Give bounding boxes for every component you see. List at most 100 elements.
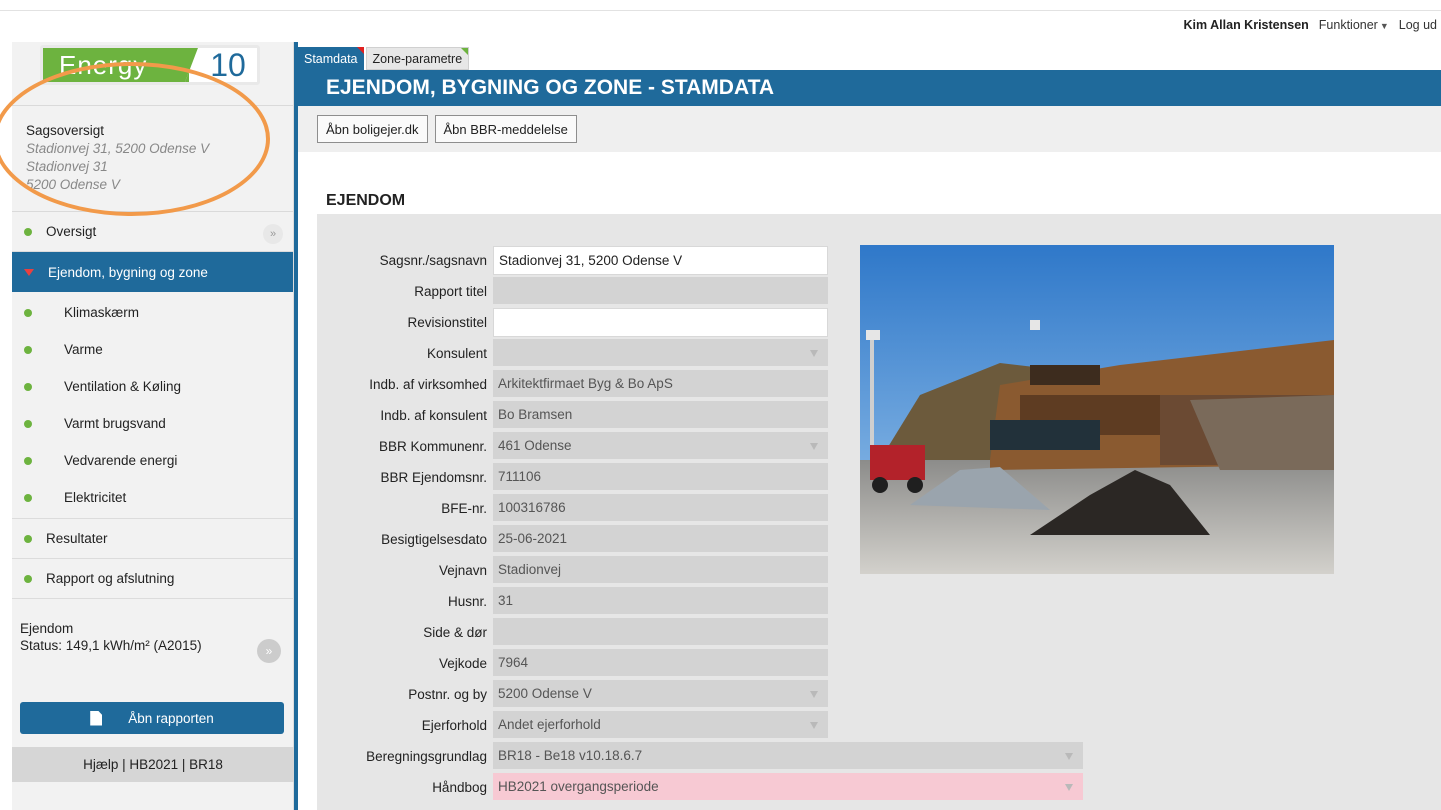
tab-stamdata[interactable]: Stamdata (298, 47, 364, 70)
case-name-input[interactable]: Stadionvej 31, 5200 Odense V (493, 246, 828, 275)
postal-code-select[interactable]: 5200 Odense V (493, 680, 828, 709)
status-dot-icon (24, 308, 32, 317)
case-street: Stadionvej 31 (26, 159, 108, 174)
status-value: Status: 149,1 kWh/m² (A2015) (20, 638, 202, 653)
energy10-logo[interactable]: Energy 10 (40, 45, 260, 85)
case-title: Sagsoversigt (26, 123, 105, 138)
consultant-select[interactable] (493, 339, 828, 368)
nav-item-heating[interactable]: Varme (12, 331, 293, 368)
property-status: Ejendom Status: 149,1 kWh/m² (A2015) » (12, 599, 293, 699)
field-label: Indb. af konsulent (380, 408, 487, 423)
tab-zone-parameters[interactable]: Zone-parametre (365, 47, 470, 70)
road-code-field: 7964 (493, 649, 828, 678)
status-dot-icon (24, 574, 32, 583)
functions-label: Funktioner (1318, 18, 1378, 32)
property-panel: Sagsnr./sagsnavn Stadionvej 31, 5200 Ode… (317, 214, 1441, 810)
triangle-down-icon (24, 268, 34, 276)
top-bar: Kim Allan Kristensen Funktioner ▼ Log ud (0, 0, 1441, 42)
nav-label: Rapport og afslutning (46, 571, 175, 586)
nav-item-climate-envelope[interactable]: Klimaskærm (12, 294, 293, 331)
user-menu: Kim Allan Kristensen Funktioner ▼ Log ud (1184, 18, 1437, 32)
double-chevron-right-icon[interactable]: » (263, 224, 283, 244)
municipality-select[interactable]: 461 Odense (493, 432, 828, 461)
consultant-field: Bo Bramsen (493, 401, 828, 430)
top-divider (0, 10, 1441, 11)
open-report-button[interactable]: Åbn rapporten (20, 702, 284, 734)
functions-menu[interactable]: Funktioner ▼ (1319, 18, 1389, 32)
logout-link[interactable]: Log ud (1399, 18, 1437, 32)
tab-flag-icon (356, 47, 364, 54)
form-row: Side & dør (317, 617, 1083, 648)
nav-label: Oversigt (46, 224, 97, 239)
status-title: Ejendom (20, 621, 74, 636)
nav-item-overview[interactable]: Oversigt » (12, 212, 293, 252)
select-value: 5200 Odense V (498, 686, 592, 701)
form-row: Postnr. og by 5200 Odense V (317, 679, 1083, 710)
status-dot-icon (24, 534, 32, 543)
field-label: Revisionstitel (407, 315, 487, 330)
dropdown-arrow-icon (810, 691, 818, 698)
field-label: Rapport titel (414, 284, 487, 299)
logo-area: Energy 10 (12, 42, 293, 105)
form-row: Vejkode 7964 (317, 648, 1083, 679)
company-field: Arkitektfirmaet Byg & Bo ApS (493, 370, 828, 399)
status-dot-icon (24, 493, 32, 502)
nav-label: Klimaskærm (64, 305, 140, 320)
open-boligejer-button[interactable]: Åbn boligejer.dk (317, 115, 428, 143)
form-row: Ejerforhold Andet ejerforhold (317, 710, 1083, 741)
field-label: BFE-nr. (441, 501, 487, 516)
field-label: Ejerforhold (421, 718, 487, 733)
field-label: Husnr. (447, 594, 487, 609)
form-row: Beregningsgrundlag BR18 - Be18 v10.18.6.… (317, 741, 1083, 772)
street-name-field: Stadionvej (493, 556, 828, 585)
ownership-select[interactable]: Andet ejerforhold (493, 711, 828, 740)
chevron-down-icon: ▼ (1379, 21, 1389, 31)
inspection-date-field[interactable]: 25-06-2021 (493, 525, 828, 554)
nav-item-results[interactable]: Resultater (12, 519, 293, 559)
nav-item-hot-water[interactable]: Varmt brugsvand (12, 405, 293, 442)
open-report-label: Åbn rapporten (128, 710, 214, 726)
nav-label: Varme (64, 342, 103, 357)
building-photo-image (860, 245, 1334, 574)
action-bar: Åbn boligejer.dk Åbn BBR-meddelelse (298, 106, 1441, 152)
help-links[interactable]: Hjælp | HB2021 | BR18 (12, 747, 294, 782)
nav-item-property[interactable]: Ejendom, bygning og zone (12, 252, 293, 292)
document-icon (90, 710, 103, 726)
main-content: Stamdata Zone-parametre EJENDOM, BYGNING… (294, 42, 1441, 810)
field-label: Håndbog (432, 780, 487, 795)
case-name: Stadionvej 31, 5200 Odense V (26, 141, 210, 156)
logo-text: Energy (59, 49, 148, 80)
double-chevron-right-icon[interactable]: » (257, 639, 281, 663)
field-label: Postnr. og by (408, 687, 487, 702)
report-title-input[interactable] (493, 277, 828, 306)
form-row: Håndbog HB2021 overgangsperiode (317, 772, 1083, 803)
status-dot-icon (24, 382, 32, 391)
nav-item-ventilation[interactable]: Ventilation & Køling (12, 368, 293, 405)
nav-item-renewable[interactable]: Vedvarende energi (12, 442, 293, 479)
tab-flag-icon (461, 48, 469, 55)
logo-number: 10 (185, 48, 257, 82)
handbook-select[interactable]: HB2021 overgangsperiode (493, 773, 1083, 802)
field-label: BBR Ejendomsnr. (380, 470, 487, 485)
bfe-field: 100316786 (493, 494, 828, 523)
nav-label: Vedvarende energi (64, 453, 178, 468)
dropdown-arrow-icon (1065, 753, 1073, 760)
status-dot-icon (24, 419, 32, 428)
field-label: Sagsnr./sagsnavn (379, 253, 487, 268)
nav-label: Ejendom, bygning og zone (48, 264, 208, 280)
page-title: EJENDOM, BYGNING OG ZONE - STAMDATA (298, 70, 1441, 106)
nav-label: Resultater (46, 531, 108, 546)
case-overview[interactable]: Sagsoversigt Stadionvej 31, 5200 Odense … (12, 105, 293, 212)
dropdown-arrow-icon (810, 350, 818, 357)
nav-item-electricity[interactable]: Elektricitet (12, 479, 293, 516)
revision-title-input[interactable] (493, 308, 828, 337)
section-title: EJENDOM (326, 192, 406, 209)
nav-item-report[interactable]: Rapport og afslutning (12, 559, 293, 599)
open-bbr-button[interactable]: Åbn BBR-meddelelse (434, 115, 577, 143)
tab-label: Stamdata (304, 51, 358, 66)
property-photo[interactable] (860, 245, 1334, 574)
calculation-basis-select[interactable]: BR18 - Be18 v10.18.6.7 (493, 742, 1083, 771)
field-label: Vejkode (438, 656, 487, 671)
tab-bar: Stamdata Zone-parametre (298, 47, 471, 70)
dropdown-arrow-icon (810, 443, 818, 450)
